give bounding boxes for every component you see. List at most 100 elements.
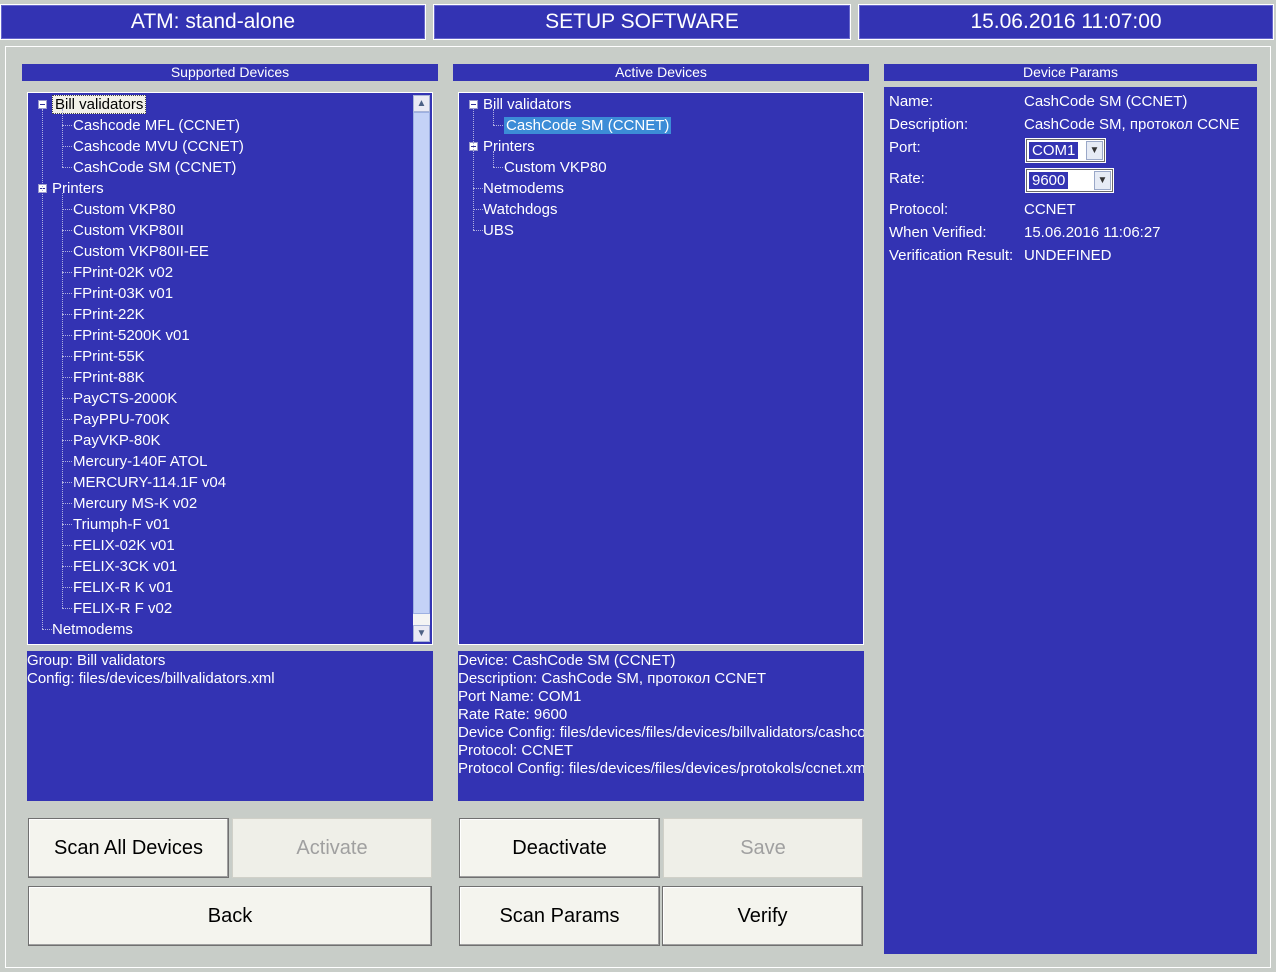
tree-scrollbar[interactable]: ▲ ▼ (413, 95, 430, 642)
tree-group-label: Netmodems (483, 180, 564, 197)
tree-item[interactable]: Custom VKP80 (504, 157, 607, 178)
active-info-line: Port Name: COM1 (458, 688, 582, 705)
tree-item-label: FELIX-02K v01 (73, 537, 175, 554)
tree-connector (62, 251, 72, 252)
tree-connector (62, 587, 72, 588)
tree-item[interactable]: CashCode SM (CCNET) (73, 157, 236, 178)
active-info-line: Protocol Config: files/devices/files/dev… (458, 760, 864, 777)
active-info-line: Device: CashCode SM (CCNET) (458, 652, 676, 669)
tree-item[interactable]: Cashcode MVU (CCNET) (73, 136, 244, 157)
supported-info-panel: Group: Bill validators Config: files/dev… (27, 651, 433, 801)
scroll-thumb[interactable] (413, 112, 430, 614)
tree-item[interactable]: PayPPU-700K (73, 409, 170, 430)
tree-item[interactable]: FELIX-R F v02 (73, 598, 172, 619)
tree-connector (62, 314, 72, 315)
scroll-up-arrow-icon[interactable]: ▲ (413, 95, 430, 112)
param-verified-label: When Verified: (889, 224, 987, 241)
chevron-down-icon[interactable]: ▼ (1086, 141, 1103, 160)
tree-item[interactable]: FPrint-5200K v01 (73, 325, 190, 346)
collapse-toggle-icon[interactable] (469, 100, 478, 109)
collapse-toggle-icon[interactable] (38, 100, 47, 109)
tree-item-label: CashCode SM (CCNET) (73, 159, 237, 176)
tree-item-label: FPrint-55K (73, 348, 145, 365)
tree-group[interactable]: Printers (483, 136, 535, 157)
port-select[interactable]: COM1 ▼ (1026, 139, 1105, 162)
tree-item-label: FELIX-R F v02 (73, 600, 173, 617)
tree-item-label: PayVKP-80K (73, 432, 161, 449)
tree-group[interactable]: Bill validators (483, 94, 571, 115)
back-button[interactable]: Back (28, 886, 432, 946)
active-info-line: Device Config: files/devices/files/devic… (458, 724, 864, 741)
tree-item[interactable]: FPrint-22K (73, 304, 145, 325)
tree-item[interactable]: Triumph-F v01 (73, 514, 170, 535)
tree-item-label: Triumph-F v01 (73, 516, 170, 533)
scan-params-button[interactable]: Scan Params (459, 886, 660, 946)
tree-item[interactable]: FELIX-R K v01 (73, 577, 173, 598)
tree-item[interactable]: Custom VKP80 (73, 199, 176, 220)
tree-connector (493, 151, 494, 167)
active-info-panel: Device: CashCode SM (CCNET) Description: … (458, 651, 864, 801)
tree-item-label: CashCode SM (CCNET) (504, 117, 672, 134)
tree-group-label: Watchdogs (483, 201, 558, 218)
device-params-panel: Name: CashCode SM (CCNET) Description: C… (884, 87, 1257, 954)
scroll-down-arrow-icon[interactable]: ▼ (413, 625, 430, 642)
deactivate-button[interactable]: Deactivate (459, 818, 660, 878)
tree-item[interactable]: Custom VKP80II (73, 220, 184, 241)
tree-item[interactable]: FPrint-55K (73, 346, 145, 367)
verify-button[interactable]: Verify (662, 886, 863, 946)
tree-group[interactable]: Netmodems (52, 619, 133, 640)
tree-item[interactable]: Mercury-140F ATOL (73, 451, 208, 472)
tree-item[interactable]: FPrint-02K v02 (73, 262, 173, 283)
tree-group[interactable]: Netmodems (483, 178, 564, 199)
tree-connector (62, 419, 72, 420)
tree-group[interactable]: UBS (483, 220, 514, 241)
activate-button[interactable]: Activate (232, 818, 432, 878)
tree-item[interactable]: FELIX-02K v01 (73, 535, 175, 556)
tree-connector (62, 125, 72, 126)
supported-devices-tree[interactable]: ▲ ▼ Bill validators Cashcode MFL (CCNET) C… (27, 92, 433, 645)
tree-connector (62, 335, 72, 336)
param-protocol-label: Protocol: (889, 201, 949, 218)
tree-item[interactable]: FELIX-3CK v01 (73, 556, 177, 577)
tree-item-label: Custom VKP80II-EE (73, 243, 209, 260)
tree-connector (493, 125, 503, 126)
param-verified-row: When Verified: 15.06.2016 11:06:27 (889, 221, 1254, 244)
tree-connector (473, 109, 474, 230)
tree-group[interactable]: Bill validators (52, 94, 147, 115)
rate-select[interactable]: 9600 ▼ (1026, 169, 1113, 192)
tree-item[interactable]: FPrint-03K v01 (73, 283, 173, 304)
mode-text: ATM: stand-alone (130, 10, 296, 33)
tree-item[interactable]: PayVKP-80K (73, 430, 161, 451)
tree-connector (42, 629, 52, 630)
tree-group[interactable]: Watchdogs (483, 199, 557, 220)
tree-connector (62, 608, 72, 609)
tree-item-label: Custom VKP80 (73, 201, 176, 218)
param-description-row: Description: CashCode SM, протокол CCNE (889, 113, 1254, 136)
tree-item[interactable]: Mercury MS-K v02 (73, 493, 197, 514)
tree-item-label: FPrint-22K (73, 306, 145, 323)
tree-group[interactable]: Printers (52, 178, 104, 199)
tree-item[interactable]: CashCode SM (CCNET) (504, 115, 672, 136)
tree-item[interactable]: PayCTS-2000K (73, 388, 177, 409)
active-devices-tree[interactable]: Bill validators CashCode SM (CCNET) Printe… (458, 92, 864, 645)
tree-connector (62, 293, 72, 294)
tree-item[interactable]: Custom VKP80II-EE (73, 241, 209, 262)
tree-item-label: Cashcode MVU (CCNET) (73, 138, 244, 155)
scan-all-devices-button[interactable]: Scan All Devices (28, 818, 229, 878)
device-params-title: Device Params (884, 64, 1257, 81)
tree-connector (62, 109, 63, 167)
chevron-down-icon[interactable]: ▼ (1094, 171, 1111, 190)
tree-connector (62, 209, 72, 210)
tree-group-label: Bill validators (483, 96, 572, 113)
active-devices-title: Active Devices (453, 64, 869, 81)
save-button[interactable]: Save (663, 818, 863, 878)
tree-item[interactable]: MERCURY-114.1F v04 (73, 472, 226, 493)
tree-item-label: FPrint-5200K v01 (73, 327, 190, 344)
tree-item[interactable]: Cashcode MFL (CCNET) (73, 115, 240, 136)
tree-item[interactable]: FPrint-88K (73, 367, 145, 388)
tree-connector (62, 146, 72, 147)
tree-item-label: FELIX-3CK v01 (73, 558, 178, 575)
mode-header: ATM: stand-alone (0, 4, 426, 40)
tree-item-label: FPrint-03K v01 (73, 285, 174, 302)
port-select-value: COM1 (1029, 142, 1079, 159)
